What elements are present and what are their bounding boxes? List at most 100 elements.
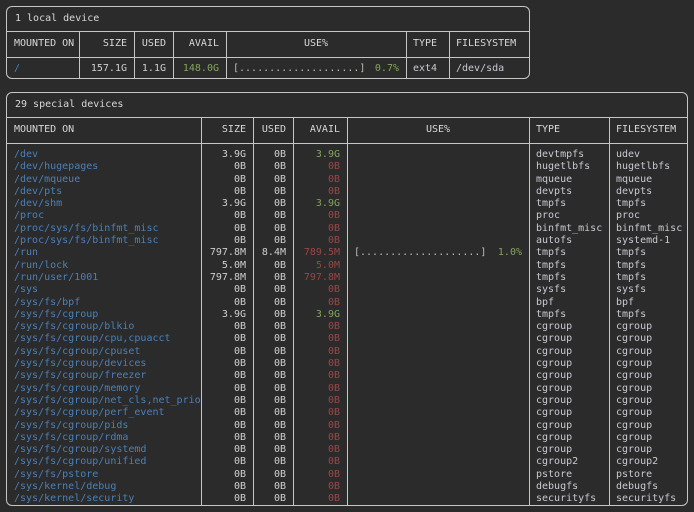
cell-avail: 3.9G <box>293 309 347 321</box>
cell-type: tmpfs <box>529 309 609 321</box>
cell-mounted-on: /sys/fs/cgroup/pids <box>7 420 201 432</box>
cell-filesystem: cgroup <box>609 346 689 358</box>
cell-filesystem: systemd-1 <box>609 235 689 247</box>
cell-size: 0B <box>201 469 253 481</box>
column-divider <box>293 117 294 505</box>
header-type: TYPE <box>529 118 609 143</box>
cell-mounted-on: /dev/hugepages <box>7 161 201 173</box>
cell-mounted-on: /sys/fs/bpf <box>7 297 201 309</box>
cell-mounted-on: /sys/fs/cgroup/blkio <box>7 321 201 333</box>
cell-type: cgroup <box>529 346 609 358</box>
cell-used: 0B <box>253 186 293 198</box>
cell-mounted-on: /run/lock <box>7 260 201 272</box>
cell-type: tmpfs <box>529 198 609 210</box>
cell-mounted-on: /sys/fs/cgroup/cpu,cpuacct <box>7 333 201 345</box>
cell-used: 0B <box>253 346 293 358</box>
cell-used: 0B <box>253 481 293 493</box>
cell-use-percent <box>347 260 529 272</box>
cell-used: 0B <box>253 223 293 235</box>
cell-avail: 0B <box>293 432 347 444</box>
cell-avail: 0B <box>293 420 347 432</box>
cell-size: 3.9G <box>201 309 253 321</box>
cell-avail: 0B <box>293 383 347 395</box>
cell-mounted-on: /sys/fs/cgroup/perf_event <box>7 407 201 419</box>
cell-avail: 148.0G <box>173 58 226 81</box>
cell-use-percent: [....................]0.7% <box>226 58 406 81</box>
cell-used: 0B <box>253 161 293 173</box>
cell-use-percent <box>347 210 529 222</box>
cell-filesystem: binfmt_misc <box>609 223 689 235</box>
cell-used: 0B <box>253 407 293 419</box>
cell-type: cgroup2 <box>529 456 609 468</box>
cell-size: 0B <box>201 284 253 296</box>
cell-use-percent <box>347 481 529 493</box>
cell-size: 797.8M <box>201 272 253 284</box>
cell-use-percent <box>347 186 529 198</box>
cell-avail: 789.5M <box>293 247 347 259</box>
cell-avail: 0B <box>293 370 347 382</box>
special-devices-table: 29 special devices MOUNTED ON SIZE USED … <box>6 92 688 506</box>
cell-used: 0B <box>253 469 293 481</box>
cell-filesystem: securityfs <box>609 493 689 505</box>
cell-size: 0B <box>201 223 253 235</box>
cell-filesystem: devpts <box>609 186 689 198</box>
usage-percent: 0.7% <box>375 58 399 81</box>
header-mounted-on: MOUNTED ON <box>7 118 201 143</box>
cell-used: 0B <box>253 395 293 407</box>
cell-filesystem: cgroup <box>609 420 689 432</box>
cell-avail: 0B <box>293 444 347 456</box>
local-devices-table-body: /157.1G1.1G148.0G[....................]0… <box>7 58 529 81</box>
cell-mounted-on: /proc/sys/fs/binfmt_misc <box>7 235 201 247</box>
cell-use-percent <box>347 297 529 309</box>
cell-type: devtmpfs <box>529 149 609 161</box>
cell-mounted-on: /sys/fs/cgroup/freezer <box>7 370 201 382</box>
column-divider <box>406 31 407 78</box>
local-devices-table-header: MOUNTED ON SIZE USED AVAIL USE% TYPE FIL… <box>7 32 529 58</box>
cell-used: 0B <box>253 198 293 210</box>
cell-mounted-on: /sys/fs/cgroup/net_cls,net_prio <box>7 395 201 407</box>
cell-mounted-on: /proc <box>7 210 201 222</box>
cell-use-percent <box>347 198 529 210</box>
cell-type: tmpfs <box>529 247 609 259</box>
cell-avail: 0B <box>293 210 347 222</box>
cell-size: 5.0M <box>201 260 253 272</box>
cell-size: 0B <box>201 186 253 198</box>
header-size: SIZE <box>79 32 134 57</box>
cell-avail: 5.0M <box>293 260 347 272</box>
header-used: USED <box>134 32 173 57</box>
cell-used: 0B <box>253 210 293 222</box>
cell-type: tmpfs <box>529 260 609 272</box>
cell-used: 0B <box>253 260 293 272</box>
cell-type: cgroup <box>529 407 609 419</box>
cell-avail: 3.9G <box>293 149 347 161</box>
column-divider <box>201 117 202 505</box>
cell-avail: 0B <box>293 407 347 419</box>
cell-used: 0B <box>253 358 293 370</box>
cell-filesystem: tmpfs <box>609 272 689 284</box>
cell-used: 8.4M <box>253 247 293 259</box>
cell-avail: 0B <box>293 481 347 493</box>
cell-type: bpf <box>529 297 609 309</box>
cell-size: 0B <box>201 333 253 345</box>
header-size: SIZE <box>201 118 253 143</box>
cell-size: 0B <box>201 407 253 419</box>
cell-avail: 0B <box>293 346 347 358</box>
cell-filesystem: cgroup <box>609 333 689 345</box>
cell-size: 0B <box>201 420 253 432</box>
cell-size: 0B <box>201 432 253 444</box>
cell-filesystem: cgroup <box>609 383 689 395</box>
cell-filesystem: cgroup <box>609 407 689 419</box>
cell-avail: 0B <box>293 493 347 505</box>
cell-avail: 0B <box>293 358 347 370</box>
cell-type: ext4 <box>406 58 449 81</box>
cell-use-percent <box>347 383 529 395</box>
cell-filesystem: cgroup <box>609 432 689 444</box>
cell-filesystem: cgroup <box>609 395 689 407</box>
cell-use-percent <box>347 395 529 407</box>
column-divider <box>226 31 227 78</box>
cell-size: 3.9G <box>201 198 253 210</box>
cell-type: hugetlbfs <box>529 161 609 173</box>
cell-size: 0B <box>201 297 253 309</box>
cell-mounted-on: /proc/sys/fs/binfmt_misc <box>7 223 201 235</box>
cell-type: mqueue <box>529 174 609 186</box>
